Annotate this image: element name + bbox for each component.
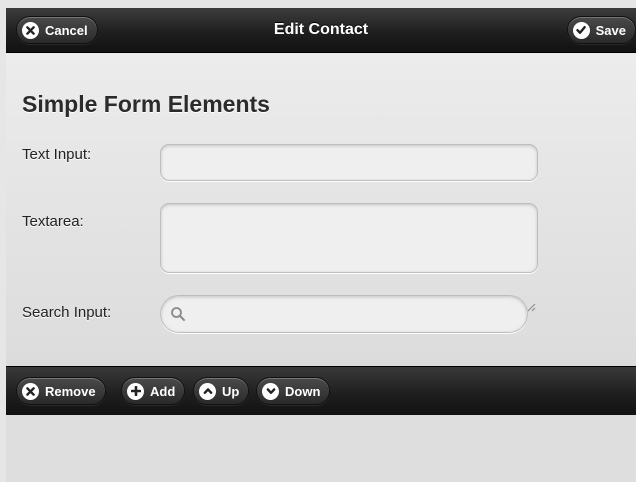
textarea-label: Textarea: xyxy=(22,213,84,230)
empty-area xyxy=(6,415,636,482)
search-input[interactable] xyxy=(193,296,523,334)
up-button[interactable]: Up xyxy=(193,377,250,405)
down-button[interactable]: Down xyxy=(256,377,331,405)
text-input-label: Text Input: xyxy=(22,146,92,163)
form-content: Simple Form Elements Text Input: Textare… xyxy=(6,53,636,366)
textarea-field[interactable] xyxy=(160,203,538,273)
search-input-label: Search Input: xyxy=(22,304,112,321)
remove-button-label: Remove xyxy=(45,383,96,399)
checkmark-icon xyxy=(572,21,590,39)
form-title: Simple Form Elements xyxy=(22,91,270,117)
add-button[interactable]: Add xyxy=(121,377,186,405)
remove-button[interactable]: Remove xyxy=(16,377,106,405)
page-title: Edit Contact xyxy=(273,21,369,38)
close-icon xyxy=(22,382,39,400)
chevron-up-icon xyxy=(199,382,216,400)
chevron-down-icon xyxy=(262,382,279,400)
save-button[interactable]: Save xyxy=(566,16,636,44)
search-icon xyxy=(171,307,185,321)
add-button-label: Add xyxy=(150,383,176,399)
down-button-label: Down xyxy=(285,383,321,399)
plus-icon xyxy=(127,382,144,400)
cancel-button-label: Cancel xyxy=(45,22,88,38)
text-input-field[interactable] xyxy=(160,144,538,181)
app-frame: Edit Contact Cancel Save Simple Form Ele… xyxy=(6,8,636,482)
header-bar: Edit Contact Cancel Save xyxy=(6,8,636,53)
cancel-button[interactable]: Cancel xyxy=(16,16,98,44)
save-button-label: Save xyxy=(595,22,626,38)
up-button-label: Up xyxy=(222,383,240,399)
close-icon xyxy=(22,21,39,39)
footer-toolbar: Remove Add Up Down xyxy=(6,366,636,416)
search-field[interactable] xyxy=(160,295,528,334)
